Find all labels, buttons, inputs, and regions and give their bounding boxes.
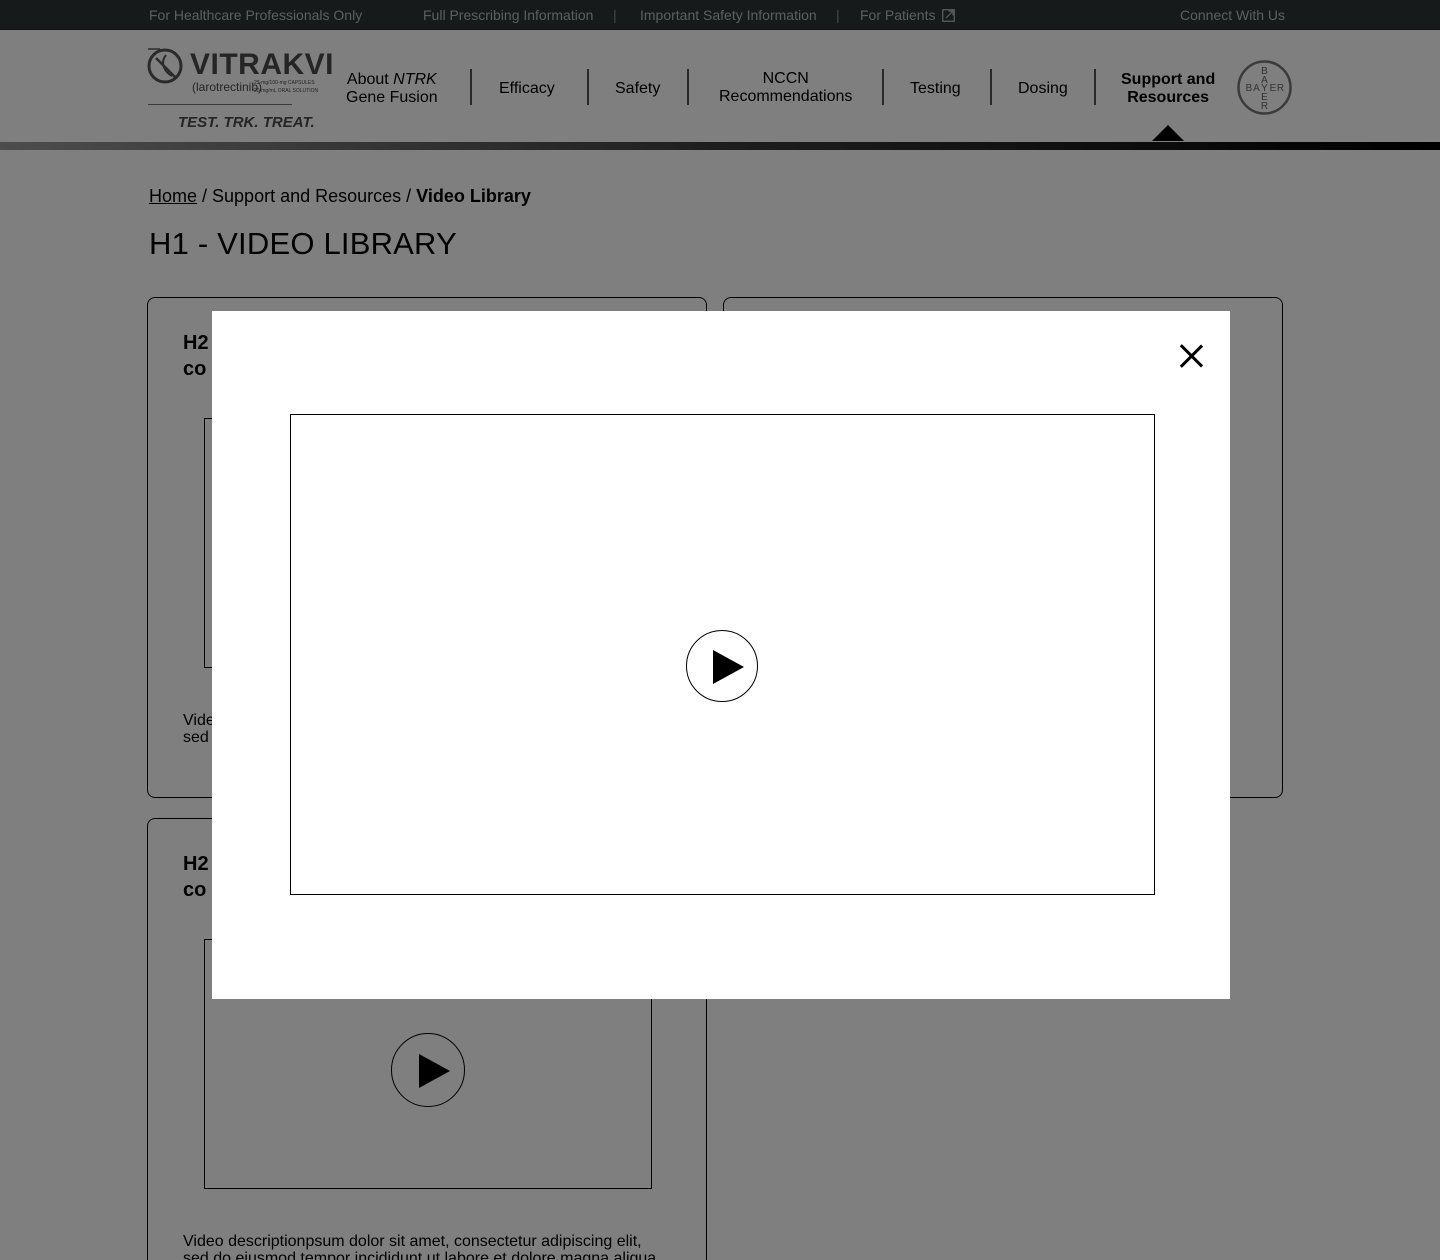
- modal-video-player[interactable]: [290, 414, 1155, 895]
- play-icon[interactable]: [686, 630, 758, 702]
- video-modal: [212, 311, 1230, 999]
- close-icon[interactable]: [1178, 343, 1204, 369]
